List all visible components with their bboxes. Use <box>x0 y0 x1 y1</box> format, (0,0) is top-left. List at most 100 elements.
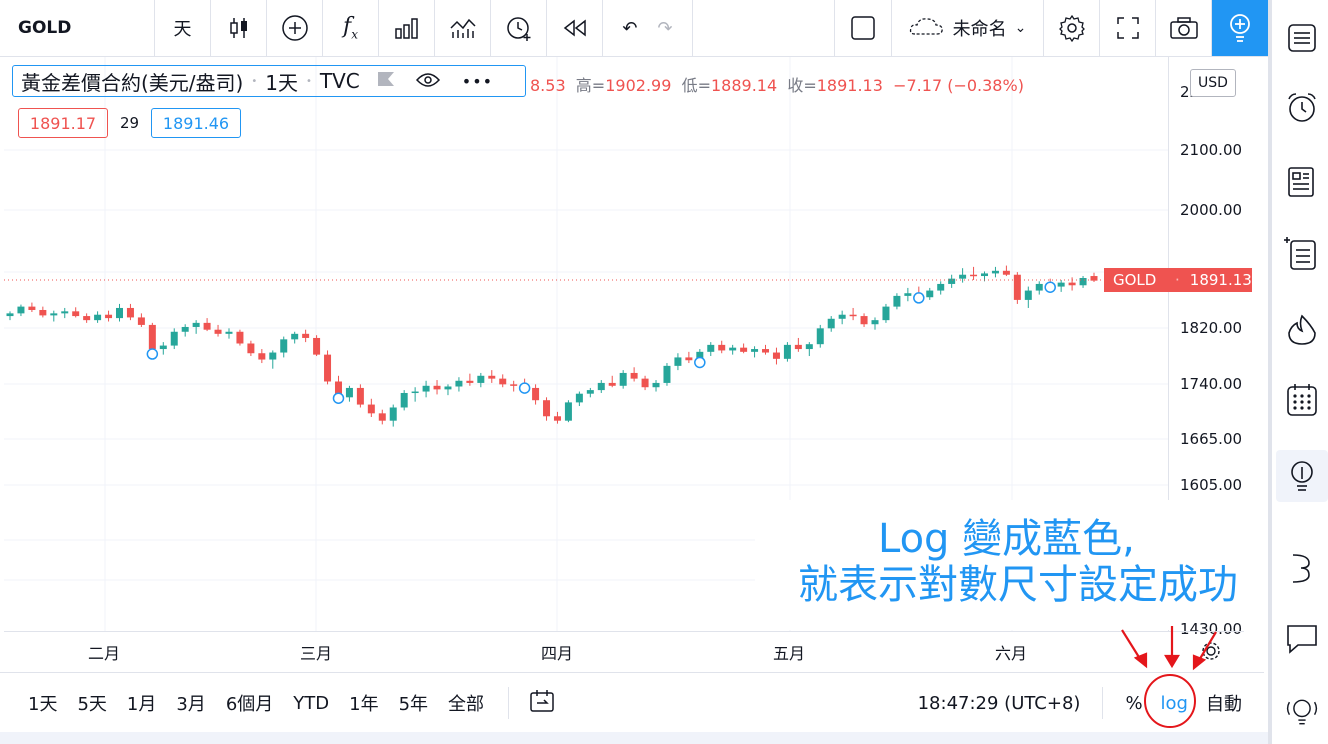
candle-body <box>488 375 496 379</box>
buy-price-button[interactable]: 1891.46 <box>151 108 241 138</box>
month-label: 二月 <box>88 644 121 663</box>
candle-body <box>871 320 879 325</box>
candle-body <box>269 352 277 360</box>
candle-body <box>192 322 200 327</box>
range-1m[interactable]: 1月 <box>117 690 166 716</box>
candle-body <box>674 357 682 366</box>
bottom-strip <box>0 732 1268 744</box>
legend-interval: 1天 <box>265 70 298 95</box>
alarm-icon[interactable] <box>1284 90 1320 126</box>
layout-menu-button[interactable]: 未命名 ⌄ <box>892 0 1044 56</box>
price-axis-label: 2100.00 <box>1180 141 1243 159</box>
undo-icon[interactable]: ↶ <box>622 18 637 39</box>
range-3m[interactable]: 3月 <box>166 690 215 716</box>
financials-icon[interactable] <box>379 0 435 56</box>
indicators-fx-icon[interactable]: fx <box>323 0 379 56</box>
candle-body <box>367 404 375 414</box>
candle-body <box>466 380 474 383</box>
candle-body <box>1068 282 1076 286</box>
goto-date-icon[interactable] <box>529 688 555 719</box>
settings-gear-icon[interactable] <box>1044 0 1100 56</box>
candle-body <box>893 295 901 307</box>
currency-button[interactable]: USD <box>1190 69 1236 97</box>
candle-body <box>652 382 660 388</box>
candle-body <box>302 333 310 338</box>
candle-body <box>236 331 244 344</box>
candle-body <box>762 349 770 353</box>
candle-body <box>50 313 58 316</box>
series-legend[interactable]: 黃金差價合約(美元/盎司) • 1天 • TVC ••• <box>12 65 526 97</box>
range-all[interactable]: 全部 <box>438 690 494 716</box>
candle-body <box>630 372 638 379</box>
publish-idea-icon[interactable] <box>1212 0 1268 56</box>
high-label: 高= <box>575 76 606 95</box>
legend-dot: • <box>305 75 312 87</box>
candle-body <box>641 378 649 388</box>
streams-icon[interactable] <box>1284 550 1320 586</box>
fullscreen-icon[interactable] <box>1100 0 1156 56</box>
candle-body <box>772 352 780 359</box>
alert-icon[interactable] <box>491 0 547 56</box>
candle-body <box>1013 274 1021 300</box>
candle-body <box>608 382 616 386</box>
candle-body <box>225 331 233 334</box>
calendar-icon[interactable] <box>1284 382 1320 418</box>
redo-icon[interactable]: ↷ <box>658 18 673 39</box>
candle-body <box>586 390 594 394</box>
candle-body <box>181 326 189 332</box>
time-axis[interactable] <box>4 631 1244 672</box>
candle-body <box>411 391 419 394</box>
event-marker <box>1044 281 1056 293</box>
candle-body <box>740 347 748 352</box>
price-axis-label: 2000.00 <box>1180 201 1243 219</box>
event-marker <box>518 382 531 394</box>
range-5d[interactable]: 5天 <box>67 690 116 716</box>
range-1d[interactable]: 1天 <box>18 690 67 716</box>
candle-body <box>1057 282 1065 287</box>
candle-body <box>94 314 102 321</box>
range-1y[interactable]: 1年 <box>339 690 388 716</box>
compare-add-icon[interactable] <box>267 0 323 56</box>
chat-icon[interactable] <box>1284 620 1320 656</box>
flag-icon[interactable] <box>376 69 396 93</box>
event-marker <box>332 392 345 404</box>
candle-body <box>991 270 999 274</box>
more-options-icon[interactable]: ••• <box>462 72 493 91</box>
range-5y[interactable]: 5年 <box>389 690 438 716</box>
ohlc-values: 8.53 高=1902.99 低=1889.14 收=1891.13 −7.17… <box>530 72 1024 96</box>
replay-icon[interactable] <box>547 0 603 56</box>
undo-redo-group: ↶ ↷ <box>603 0 693 56</box>
candle-body <box>137 317 145 325</box>
calendar-list-icon[interactable] <box>1284 236 1320 272</box>
templates-icon[interactable] <box>435 0 491 56</box>
candle-body <box>805 344 813 350</box>
candle-body <box>499 378 507 385</box>
low-label: 低= <box>681 76 711 95</box>
chart-type-candles-icon[interactable] <box>211 0 267 56</box>
watchlist-icon[interactable] <box>1284 20 1320 56</box>
candle-body <box>455 380 463 387</box>
layout-name: 未命名 <box>952 19 1007 40</box>
candle-body <box>718 344 726 351</box>
range-6m[interactable]: 6個月 <box>216 690 283 716</box>
candle-body <box>597 382 605 391</box>
hotlist-flame-icon[interactable] <box>1284 312 1320 348</box>
chevron-down-icon: ⌄ <box>1014 20 1027 36</box>
symbol-search-button[interactable]: GOLD <box>0 0 155 56</box>
clock-timezone[interactable]: 18:47:29 (UTC+8) <box>918 693 1103 714</box>
ideas-lightbulb-icon[interactable] <box>1276 450 1328 502</box>
signal-lightbulb-icon[interactable] <box>1284 694 1320 730</box>
event-marker <box>913 292 925 304</box>
candle-body <box>83 316 91 321</box>
visibility-eye-icon[interactable] <box>415 69 440 93</box>
range-ytd[interactable]: YTD <box>283 693 339 714</box>
news-icon[interactable] <box>1284 164 1320 200</box>
snapshot-camera-icon[interactable] <box>1156 0 1212 56</box>
candle-body <box>356 387 364 405</box>
candle-body <box>937 283 945 291</box>
sell-price-button[interactable]: 1891.17 <box>18 108 108 138</box>
fullscreen-square-icon[interactable] <box>834 0 892 56</box>
interval-button[interactable]: 天 <box>155 0 211 56</box>
annotation-arrows <box>1121 626 1217 728</box>
